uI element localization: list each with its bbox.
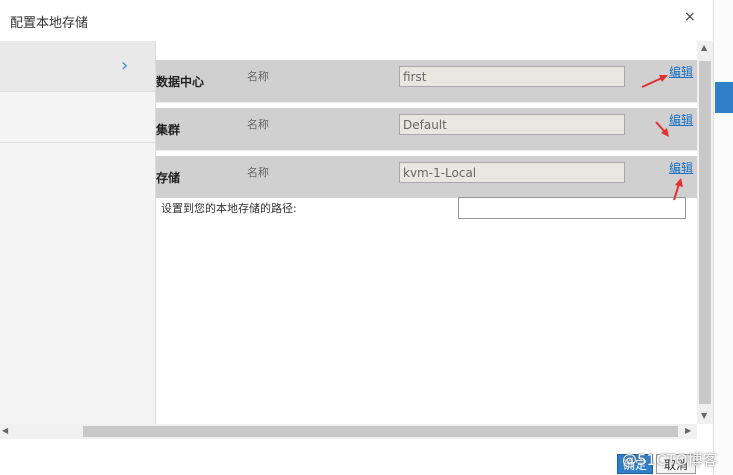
name-label: 名称	[247, 118, 269, 131]
edit-link[interactable]: 编辑	[669, 159, 693, 176]
ok-button[interactable]: 确定	[617, 454, 653, 474]
row-label: 数据中心	[156, 75, 205, 89]
path-label: 设置到您的本地存储的路径:	[161, 202, 297, 215]
annotation-arrow-icon	[673, 178, 683, 201]
main-content: 数据中心 名称 first 编辑 集群 名称 Default 编辑 存储 名称 …	[156, 41, 697, 424]
scroll-down-icon[interactable]: ▼	[701, 411, 707, 420]
local-storage-path-input[interactable]	[458, 197, 686, 219]
row-divider	[156, 102, 697, 103]
dialog-title: 配置本地存储	[10, 16, 89, 31]
name-label: 名称	[247, 70, 269, 83]
background-highlight	[715, 82, 733, 113]
annotation-arrow-icon	[641, 75, 668, 88]
annotation-arrow-icon	[655, 121, 669, 137]
row-storage: 存储 名称 kvm-1-Local 编辑	[156, 156, 697, 198]
scroll-right-icon[interactable]: ▶	[685, 426, 691, 435]
row-datacenter: 数据中心 名称 first 编辑	[156, 60, 697, 102]
sidebar: ›	[0, 41, 156, 424]
scroll-left-icon[interactable]: ◀	[2, 426, 8, 435]
name-label: 名称	[247, 166, 269, 179]
row-cluster: 集群 名称 Default 编辑	[156, 108, 697, 150]
row-divider	[156, 150, 697, 151]
close-icon[interactable]: ×	[684, 9, 696, 25]
sidebar-item-active[interactable]: ›	[0, 41, 155, 92]
chevron-right-icon: ›	[121, 55, 129, 76]
configure-local-storage-dialog: 配置本地存储 × › 数据中心 名称 first 编辑 集群 名称 Defaul…	[0, 0, 713, 475]
cluster-name-field[interactable]: Default	[399, 114, 625, 135]
horizontal-scroll-thumb[interactable]	[83, 426, 678, 437]
row-label: 集群	[156, 123, 181, 137]
row-label: 存储	[156, 171, 181, 185]
datacenter-name-field[interactable]: first	[399, 66, 625, 87]
cancel-button[interactable]: 取消	[656, 454, 696, 474]
edit-link[interactable]: 编辑	[669, 63, 693, 80]
storage-name-field[interactable]: kvm-1-Local	[399, 162, 625, 183]
scroll-up-icon[interactable]: ▲	[701, 43, 707, 52]
horizontal-scrollbar[interactable]: ◀ ▶	[0, 424, 697, 439]
vertical-scrollbar[interactable]: ▲ ▼	[697, 41, 713, 424]
sidebar-item[interactable]	[0, 92, 155, 143]
background-window-edge	[713, 0, 733, 475]
vertical-scroll-thumb[interactable]	[699, 61, 711, 404]
